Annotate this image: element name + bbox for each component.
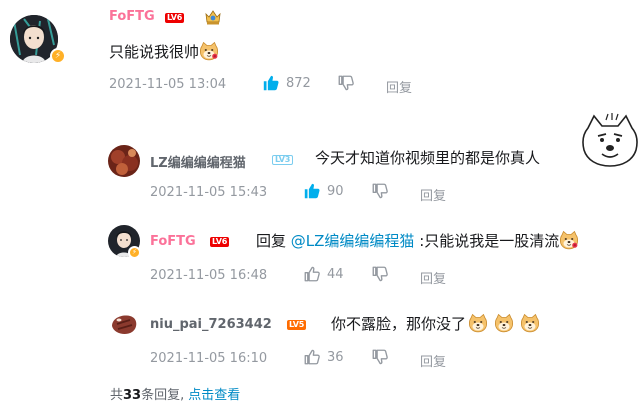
comment-text: 今天才知道你视频里的都是你真人 (315, 149, 541, 167)
username[interactable]: FoFTG (109, 9, 155, 24)
dislike-button[interactable] (371, 348, 389, 366)
comment-text-content: 只能说我很帅 (109, 43, 200, 61)
like-button[interactable]: 36 (303, 348, 344, 366)
doge-emoji-icon (468, 313, 488, 333)
comment-text: 只能说我很帅 (109, 41, 219, 62)
reply-button[interactable]: 回复 (386, 77, 412, 96)
thumb-up-filled-icon (262, 74, 280, 92)
like-count: 44 (327, 266, 344, 282)
like-button[interactable]: 44 (303, 265, 344, 283)
thumb-down-icon (337, 74, 355, 92)
thumb-down-icon (371, 182, 389, 200)
footer-prefix: 共 (110, 388, 124, 401)
timestamp: 2021-11-05 15:43 (150, 185, 268, 200)
thumb-up-filled-icon (303, 182, 321, 200)
like-button[interactable]: 872 (262, 74, 311, 92)
like-count: 36 (327, 349, 344, 365)
reply-button[interactable]: 回复 (420, 185, 446, 204)
doge-rose-emoji-icon (559, 230, 579, 250)
dislike-button[interactable] (337, 74, 355, 92)
doge-emoji-icon (494, 313, 514, 333)
steak-avatar-icon (108, 308, 140, 340)
reply-count-footer: 共33条回复, 点击查看 (110, 384, 240, 401)
dislike-button[interactable] (371, 265, 389, 283)
verified-badge-icon: ⚡ (50, 48, 66, 64)
avatar-image-icon (108, 145, 140, 177)
timestamp: 2021-11-05 16:10 (150, 351, 268, 366)
reply-prefix: 回复 (256, 232, 287, 250)
like-button[interactable]: 90 (303, 182, 344, 200)
avatar[interactable] (108, 145, 140, 177)
comment-text-content: :只能说我是一股清流 (419, 232, 560, 250)
fan-medal-icon (205, 10, 221, 25)
timestamp: 2021-11-05 13:04 (109, 77, 227, 92)
verified-badge-icon: ⚡ (128, 246, 141, 259)
thumb-down-icon (371, 348, 389, 366)
level-badge: LV6 (165, 13, 185, 23)
doge-rose-emoji-icon (199, 41, 219, 61)
comment-text: 回复 @LZ编编编编程猫 :只能说我是一股清流 (256, 230, 579, 251)
username[interactable]: FoFTG (150, 234, 196, 249)
reply-button[interactable]: 回复 (420, 268, 446, 287)
mention-link[interactable]: @LZ编编编编程猫 (291, 232, 415, 250)
like-count: 90 (327, 183, 344, 199)
level-badge: LV3 (272, 155, 294, 165)
avatar[interactable] (108, 308, 140, 340)
comment-text-content: 你不露脸，那你没了 (331, 315, 467, 333)
reply-count: 33 (123, 388, 142, 401)
doge-emoji-icon (520, 313, 540, 333)
username[interactable]: niu_pai_7263442 (150, 317, 272, 332)
level-badge: LV6 (210, 237, 230, 247)
comment-text: 你不露脸，那你没了 (331, 313, 540, 334)
thumb-down-icon (371, 265, 389, 283)
level-badge: LV5 (287, 320, 307, 330)
dislike-button[interactable] (371, 182, 389, 200)
username[interactable]: LZ编编编编程猫 (150, 152, 246, 171)
doge-sticker-icon (582, 113, 638, 167)
footer-suffix: 条回复, (141, 388, 185, 401)
thumb-up-icon (303, 348, 321, 366)
like-count: 872 (286, 75, 311, 91)
timestamp: 2021-11-05 16:48 (150, 268, 268, 283)
view-more-link[interactable]: 点击查看 (188, 388, 240, 401)
reply-button[interactable]: 回复 (420, 351, 446, 370)
thumb-up-icon (303, 265, 321, 283)
